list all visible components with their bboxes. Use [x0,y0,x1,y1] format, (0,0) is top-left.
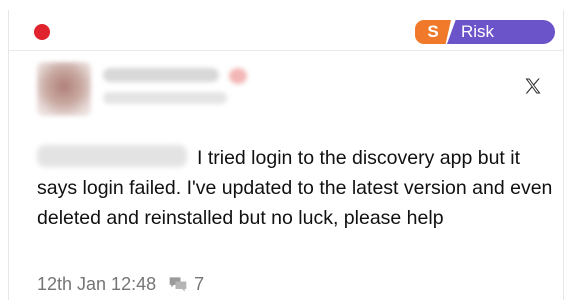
post-timestamp: 12th Jan 12:48 [37,273,157,294]
card-header: S Risk [9,10,563,51]
verified-badge-redacted [229,68,247,84]
author-name-redacted [103,68,219,82]
category-tag[interactable]: S Risk [415,20,555,44]
status-indicator-dot [34,24,50,40]
x-logo-icon[interactable] [523,76,543,96]
comment-icon[interactable] [168,275,188,293]
post-card: S Risk I tried login to the discovery ap… [8,10,564,300]
author-handle-redacted [103,92,227,104]
post-meta: 12th Jan 12:48 7 [37,272,204,296]
source-badge: S [415,20,451,44]
category-label: Risk [447,20,555,44]
post-text: I tried login to the discovery app but i… [37,147,553,229]
avatar[interactable] [37,62,91,116]
comment-count: 7 [194,273,205,294]
